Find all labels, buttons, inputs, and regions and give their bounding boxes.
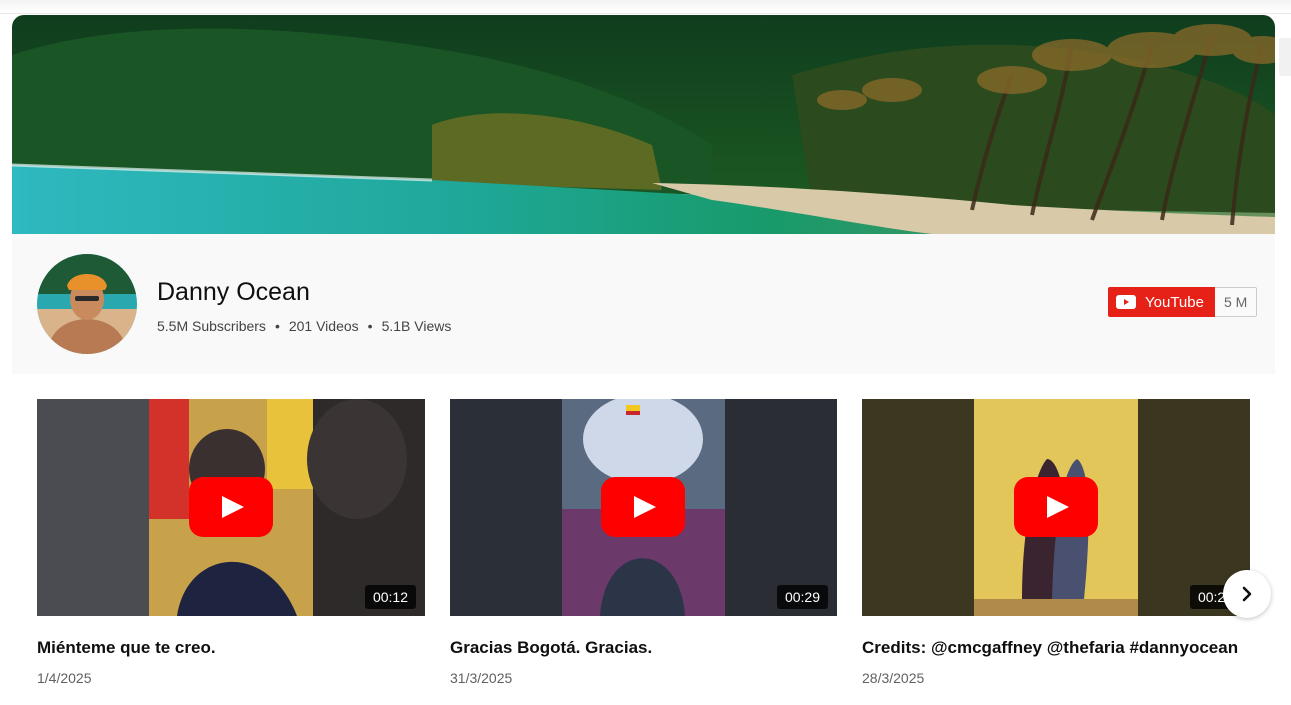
stat-separator: • [274,318,280,334]
carousel-next-button[interactable] [1223,570,1271,618]
side-scroll-tab[interactable] [1279,38,1291,76]
subscribe-label: YouTube [1145,293,1204,311]
youtube-play-icon[interactable] [189,477,273,537]
video-thumbnail[interactable]: 00:29 [450,399,837,616]
chevron-right-icon [1242,586,1252,602]
video-title[interactable]: Credits: @cmcgaffney @thefaria #dannyoce… [862,638,1250,658]
video-count: 201 Videos [288,318,359,334]
video-date: 1/4/2025 [37,670,92,686]
youtube-subscribe-widget: YouTube 5 M [1108,287,1258,317]
video-duration: 00:29 [776,585,828,609]
video-date: 31/3/2025 [450,670,513,686]
video-title[interactable]: Miénteme que te creo. [37,638,425,658]
video-card[interactable]: 00:12 Miénteme que te creo. 1/4/2025 [37,399,425,686]
youtube-play-icon[interactable] [601,477,685,537]
channel-avatar[interactable] [37,254,137,354]
video-date: 28/3/2025 [862,670,925,686]
subscriber-count-badge: 5 M [1214,287,1258,317]
view-count: 5.1B Views [381,318,452,334]
video-card[interactable]: 00:29 Gracias Bogotá. Gracias. 31/3/2025 [450,399,837,686]
video-title[interactable]: Gracias Bogotá. Gracias. [450,638,837,658]
channel-info-bar: Danny Ocean 5.5M Subscribers • 201 Videos •… [12,234,1275,374]
subscriber-count: 5.5M Subscribers [157,318,266,334]
video-duration: 00:12 [364,585,416,609]
youtube-subscribe-button[interactable]: YouTube [1108,287,1215,317]
video-card[interactable]: 00:29 Credits: @cmcgaffney @thefaria #da… [862,399,1250,686]
channel-name[interactable]: Danny Ocean [157,278,310,307]
channel-stats: 5.5M Subscribers • 201 Videos • 5.1B Views [157,318,451,334]
youtube-logo-icon [1116,295,1136,309]
top-edge [0,0,1291,14]
stat-separator: • [367,318,373,334]
youtube-play-icon[interactable] [1014,477,1098,537]
video-thumbnail[interactable]: 00:12 [37,399,425,616]
video-thumbnail[interactable]: 00:29 [862,399,1250,616]
channel-banner [12,15,1275,234]
